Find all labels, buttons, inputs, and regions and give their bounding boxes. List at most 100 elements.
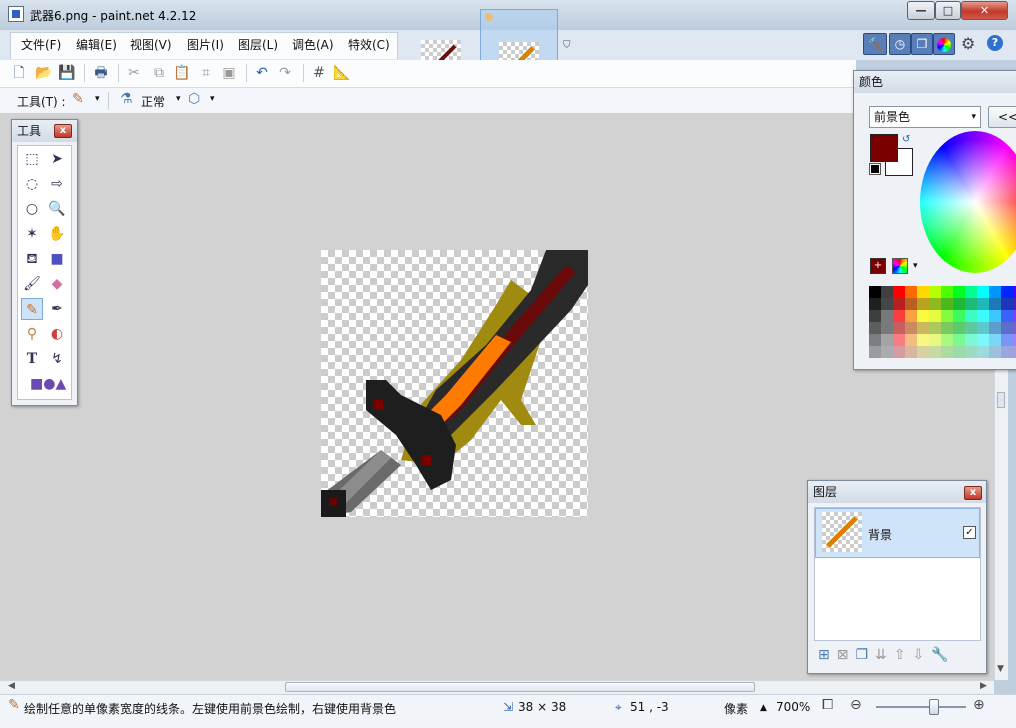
scroll-left-arrow[interactable]: ◀ bbox=[8, 681, 15, 691]
pan-icon[interactable]: ✋ bbox=[46, 223, 68, 245]
palette-swatch[interactable] bbox=[953, 298, 965, 310]
history-toggle-icon[interactable]: ◷ bbox=[889, 33, 911, 55]
tools-panel-close[interactable]: x bbox=[54, 124, 72, 138]
gradient-icon[interactable]: ■ bbox=[46, 248, 68, 270]
colors-toggle-icon[interactable] bbox=[933, 33, 955, 55]
palette-swatch[interactable] bbox=[941, 322, 953, 334]
palette-swatch[interactable] bbox=[869, 334, 881, 346]
menu-view[interactable]: 视图(V) bbox=[124, 34, 178, 56]
copy-icon[interactable]: ⧉ bbox=[150, 64, 168, 82]
selection-mode-icon[interactable]: ⬡ bbox=[188, 91, 200, 107]
scroll-down-arrow[interactable]: ▼ bbox=[997, 664, 1004, 674]
line-curve-icon[interactable]: ↯ bbox=[46, 348, 68, 370]
save-icon[interactable]: 💾 bbox=[58, 64, 76, 82]
palette-swatch[interactable] bbox=[869, 310, 881, 322]
palette-swatch[interactable] bbox=[953, 310, 965, 322]
palette-swatch[interactable] bbox=[917, 286, 929, 298]
palette-swatch[interactable] bbox=[881, 322, 893, 334]
settings-icon[interactable]: ⚙ bbox=[961, 34, 975, 53]
units-selector[interactable]: 像素 bbox=[724, 700, 748, 717]
palette-swatch[interactable] bbox=[893, 286, 905, 298]
duplicate-layer-icon[interactable]: ❐ bbox=[855, 647, 875, 663]
palette-swatch[interactable] bbox=[893, 298, 905, 310]
palette-swatch[interactable] bbox=[941, 346, 953, 358]
move-selection-icon[interactable]: ⇨ bbox=[46, 173, 68, 195]
eraser-icon[interactable]: ◆ bbox=[46, 273, 68, 295]
zoom-slider-thumb[interactable] bbox=[929, 699, 939, 715]
palette-swatch[interactable] bbox=[869, 346, 881, 358]
print-icon[interactable]: 🖶 bbox=[92, 64, 110, 82]
menu-layers[interactable]: 图层(L) bbox=[232, 34, 284, 56]
palette-swatch[interactable] bbox=[953, 322, 965, 334]
paint-bucket-icon[interactable]: ⛾ bbox=[21, 248, 43, 270]
palette-swatch[interactable] bbox=[929, 322, 941, 334]
image-canvas[interactable] bbox=[321, 250, 588, 517]
palette-swatch[interactable] bbox=[905, 310, 917, 322]
paste-icon[interactable]: 📋 bbox=[173, 64, 191, 82]
tools-toggle-icon[interactable]: 🔨 bbox=[863, 33, 887, 55]
palette-swatch[interactable] bbox=[929, 346, 941, 358]
magic-wand-icon[interactable]: ✶ bbox=[21, 223, 43, 245]
palette-swatch[interactable] bbox=[965, 334, 977, 346]
palette-swatch[interactable] bbox=[965, 298, 977, 310]
layers-panel-close[interactable]: x bbox=[964, 486, 982, 500]
palette-swatch[interactable] bbox=[869, 322, 881, 334]
palette-swatch[interactable] bbox=[965, 322, 977, 334]
redo-icon[interactable]: ↷ bbox=[276, 64, 294, 82]
open-icon[interactable]: 📂 bbox=[35, 64, 53, 82]
palette-swatch[interactable] bbox=[965, 310, 977, 322]
palette-swatch[interactable] bbox=[989, 298, 1001, 310]
palette-swatch[interactable] bbox=[989, 286, 1001, 298]
minimize-button[interactable]: — bbox=[907, 1, 935, 20]
move-selected-icon[interactable]: ➤ bbox=[46, 148, 68, 170]
menu-file[interactable]: 文件(F) bbox=[15, 34, 67, 56]
paintbrush-icon[interactable]: 🖌 bbox=[21, 273, 43, 295]
color-picker-icon[interactable]: ✒ bbox=[46, 298, 68, 320]
palette-swatch[interactable] bbox=[977, 310, 989, 322]
scroll-right-arrow[interactable]: ▶ bbox=[980, 681, 987, 691]
palette-swatch[interactable] bbox=[893, 310, 905, 322]
palette-swatch[interactable] bbox=[953, 346, 965, 358]
add-to-palette-icon[interactable]: + bbox=[870, 258, 886, 274]
palette-swatch[interactable] bbox=[1001, 310, 1013, 322]
swap-colors-icon[interactable]: ↺ bbox=[902, 134, 910, 145]
palette-swatch[interactable] bbox=[905, 346, 917, 358]
palette-swatch[interactable] bbox=[881, 310, 893, 322]
ruler-icon[interactable]: 📐 bbox=[333, 64, 351, 82]
palette-swatch[interactable] bbox=[989, 322, 1001, 334]
palette-swatch[interactable] bbox=[917, 346, 929, 358]
chevron-up-icon[interactable]: ▲ bbox=[760, 703, 767, 713]
palette-swatch[interactable] bbox=[869, 298, 881, 310]
zoom-in-icon[interactable]: ⊕ bbox=[973, 697, 985, 713]
delete-layer-icon[interactable]: ⊠ bbox=[837, 647, 856, 663]
palette-swatch[interactable] bbox=[941, 334, 953, 346]
palette-swatch[interactable] bbox=[905, 334, 917, 346]
palette-swatch[interactable] bbox=[953, 286, 965, 298]
blend-mode-value[interactable]: 正常 bbox=[141, 93, 165, 110]
palette-swatch[interactable] bbox=[941, 310, 953, 322]
maximize-button[interactable]: □ bbox=[935, 1, 961, 20]
tab-list-icon[interactable]: ⛉ bbox=[563, 40, 571, 51]
help-icon[interactable]: ? bbox=[987, 35, 1003, 51]
palette-swatch[interactable] bbox=[941, 298, 953, 310]
palette-swatch[interactable] bbox=[989, 346, 1001, 358]
primary-color-swatch[interactable] bbox=[870, 134, 898, 162]
color-target-select[interactable]: 前景色 ▾ bbox=[869, 106, 981, 128]
color-wheel[interactable] bbox=[920, 131, 1016, 273]
lasso-select-icon[interactable]: ◌ bbox=[21, 173, 43, 195]
layers-toggle-icon[interactable]: ❐ bbox=[911, 33, 933, 55]
palette-swatch[interactable] bbox=[1001, 298, 1013, 310]
chevron-down-icon[interactable]: ▾ bbox=[210, 94, 215, 104]
palette-swatch[interactable] bbox=[1001, 286, 1013, 298]
palette-swatch[interactable] bbox=[929, 298, 941, 310]
palette-swatch[interactable] bbox=[881, 286, 893, 298]
palette-swatch[interactable] bbox=[917, 310, 929, 322]
color-palette[interactable] bbox=[869, 286, 1016, 358]
palette-swatch[interactable] bbox=[893, 346, 905, 358]
text-icon[interactable]: T bbox=[21, 348, 43, 370]
palette-swatch[interactable] bbox=[905, 286, 917, 298]
cut-icon[interactable]: ✂ bbox=[125, 64, 143, 82]
palette-swatch[interactable] bbox=[905, 298, 917, 310]
menu-effects[interactable]: 特效(C) bbox=[342, 34, 396, 56]
shapes-icon[interactable]: ■●▲ bbox=[30, 373, 66, 395]
